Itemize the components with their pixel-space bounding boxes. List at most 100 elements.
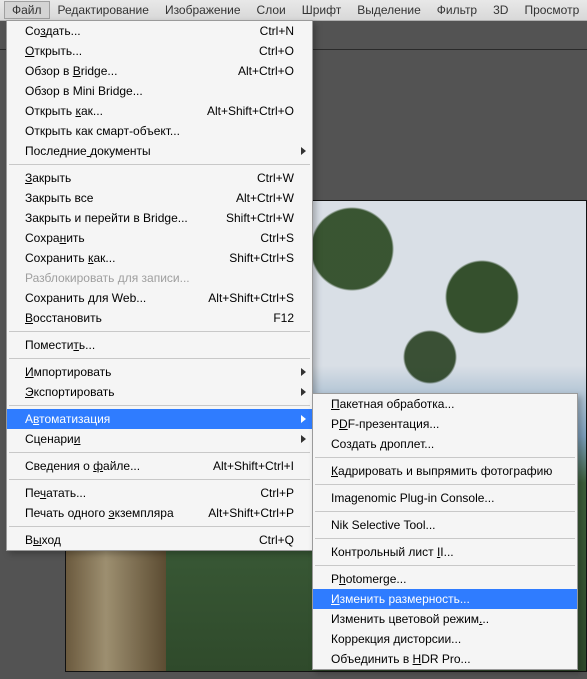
automation-item-12[interactable]: Photomerge... [313,569,577,589]
file-menu-item-13: Разблокировать для записи... [7,268,312,288]
menu-shortcut: Ctrl+P [260,486,294,500]
menubar-item-изображение[interactable]: Изображение [157,1,249,19]
file-menu-item-19[interactable]: Импортировать [7,362,312,382]
menu-item-label: Последние документы [25,144,151,158]
file-menu-item-17[interactable]: Поместить... [7,335,312,355]
file-menu-item-14[interactable]: Сохранить для Web... Alt+Shift+Ctrl+S [7,288,312,308]
automation-item-8[interactable]: Nik Selective Tool... [313,515,577,535]
chevron-right-icon [301,435,306,443]
automation-item-16[interactable]: Объединить в HDR Pro... [313,649,577,669]
menu-separator [9,331,310,332]
menu-separator [9,479,310,480]
menu-item-label: Создать... [25,24,81,38]
file-menu-item-6[interactable]: Последние документы [7,141,312,161]
menu-separator [9,452,310,453]
file-menu-item-11[interactable]: СохранитьCtrl+S [7,228,312,248]
file-menu-item-1[interactable]: Открыть... Ctrl+O [7,41,312,61]
file-menu-item-4[interactable]: Открыть как...Alt+Shift+Ctrl+O [7,101,312,121]
menu-separator [9,526,310,527]
menu-shortcut: Alt+Shift+Ctrl+P [208,506,294,520]
menubar-item-выделение[interactable]: Выделение [349,1,429,19]
chevron-right-icon [301,388,306,396]
menu-item-label: Восстановить [25,311,102,325]
automation-item-14[interactable]: Изменить цветовой режим... [313,609,577,629]
file-menu-item-23[interactable]: Сценарии [7,429,312,449]
file-menu-item-30[interactable]: ВыходCtrl+Q [7,530,312,550]
file-menu-item-8[interactable]: ЗакрытьCtrl+W [7,168,312,188]
menu-separator [315,457,575,458]
automation-item-4[interactable]: Кадрировать и выпрямить фотографию [313,461,577,481]
menu-separator [315,484,575,485]
menu-shortcut: Shift+Ctrl+S [229,251,294,265]
menu-item-label: Объединить в HDR Pro... [331,652,471,666]
menu-item-label: Кадрировать и выпрямить фотографию [331,464,552,478]
file-menu-item-10[interactable]: Закрыть и перейти в Bridge...Shift+Ctrl+… [7,208,312,228]
file-menu-item-3[interactable]: Обзор в Mini Bridge... [7,81,312,101]
menu-item-label: Закрыть [25,171,71,185]
automation-item-0[interactable]: Пакетная обработка... [313,394,577,414]
automation-submenu: Пакетная обработка... PDF-презентация... С… [312,393,578,670]
file-menu-item-5[interactable]: Открыть как смарт-объект... [7,121,312,141]
file-menu-item-28[interactable]: Печать одного экземпляраAlt+Shift+Ctrl+P [7,503,312,523]
menu-item-label: PDF-презентация... [331,417,439,431]
menu-shortcut: Ctrl+N [260,24,294,38]
menu-shortcut: F12 [273,311,294,325]
menubar-item-шрифт[interactable]: Шрифт [294,1,349,19]
menubar-item-фильтр[interactable]: Фильтр [429,1,485,19]
menubar-item-редактирование[interactable]: Редактирование [50,1,157,19]
automation-item-1[interactable]: PDF-презентация... [313,414,577,434]
file-menu-item-27[interactable]: Печатать... Ctrl+P [7,483,312,503]
file-menu-item-12[interactable]: Сохранить как... Shift+Ctrl+S [7,248,312,268]
file-menu-dropdown: Создать... Ctrl+N Открыть... Ctrl+O Обзор в … [6,20,313,551]
menu-item-label: Photomerge... [331,572,406,586]
automation-item-13[interactable]: Изменить размерность... [313,589,577,609]
menu-item-label: Открыть... [25,44,82,58]
menu-item-label: Сохранить для Web... [25,291,146,305]
menu-item-label: Изменить размерность... [331,592,470,606]
automation-item-15[interactable]: Коррекция дисторсии... [313,629,577,649]
chevron-right-icon [301,415,306,423]
menu-item-label: Сведения о файле... [25,459,140,473]
menu-separator [9,164,310,165]
menu-shortcut: Alt+Ctrl+O [238,64,294,78]
menu-item-label: Создать дроплет... [331,437,434,451]
menu-item-label: Закрыть и перейти в Bridge... [25,211,188,225]
menu-item-label: Открыть как... [25,104,103,118]
file-menu-item-0[interactable]: Создать... Ctrl+N [7,21,312,41]
automation-item-2[interactable]: Создать дроплет... [313,434,577,454]
file-menu-item-20[interactable]: Экспортировать [7,382,312,402]
menu-item-label: Печатать... [25,486,86,500]
menu-item-label: Сценарии [25,432,80,446]
chevron-right-icon [301,368,306,376]
menu-item-label: Импортировать [25,365,111,379]
menu-shortcut: Ctrl+S [260,231,294,245]
file-menu-item-15[interactable]: Восстановить F12 [7,308,312,328]
menu-shortcut: Ctrl+O [259,44,294,58]
menubar: ФайлРедактированиеИзображениеСлоиШрифтВы… [0,0,587,21]
menu-item-label: Экспортировать [25,385,115,399]
menu-shortcut: Alt+Shift+Ctrl+S [208,291,294,305]
menu-separator [9,405,310,406]
menubar-item-3d[interactable]: 3D [485,1,516,19]
menubar-item-просмотр[interactable]: Просмотр [516,1,587,19]
automation-item-6[interactable]: Imagenomic Plug-in Console... [313,488,577,508]
automation-item-10[interactable]: Контрольный лист II... [313,542,577,562]
file-menu-item-25[interactable]: Сведения о файле... Alt+Shift+Ctrl+I [7,456,312,476]
menu-item-label: Контрольный лист II... [331,545,454,559]
menu-item-label: Поместить... [25,338,95,352]
file-menu-item-22[interactable]: Автоматизация [7,409,312,429]
menubar-item-файл[interactable]: Файл [4,1,50,19]
menu-shortcut: Alt+Shift+Ctrl+I [213,459,294,473]
menu-item-label: Сохранить как... [25,251,115,265]
menu-separator [315,511,575,512]
menu-item-label: Разблокировать для записи... [25,271,190,285]
menu-shortcut: Alt+Ctrl+W [236,191,294,205]
menu-item-label: Обзор в Bridge... [25,64,117,78]
menubar-item-слои[interactable]: Слои [249,1,294,19]
menu-separator [315,565,575,566]
file-menu-item-2[interactable]: Обзор в Bridge... Alt+Ctrl+O [7,61,312,81]
menu-item-label: Выход [25,533,61,547]
menu-separator [9,358,310,359]
file-menu-item-9[interactable]: Закрыть всеAlt+Ctrl+W [7,188,312,208]
chevron-right-icon [301,147,306,155]
